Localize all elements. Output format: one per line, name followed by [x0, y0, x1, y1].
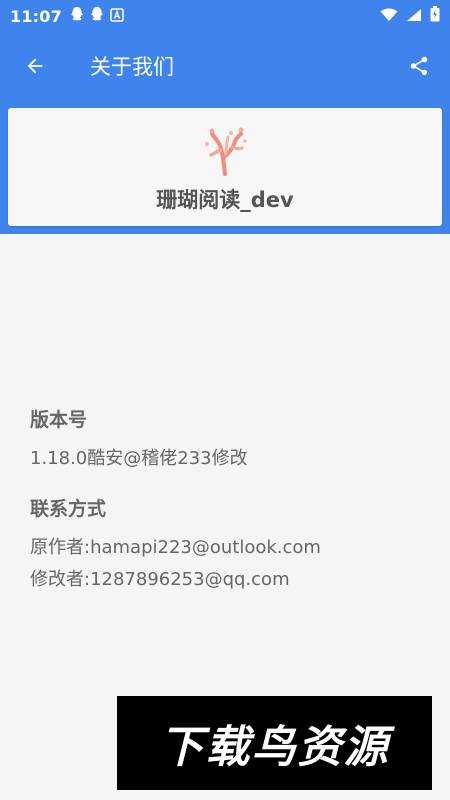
version-title: 版本号	[30, 409, 88, 431]
version-value: 1.18.0酷安@稽佬233修改	[30, 448, 248, 469]
coral-logo-icon	[205, 127, 247, 176]
back-button[interactable]	[0, 32, 70, 100]
app-name: 珊瑚阅读_dev	[156, 188, 294, 212]
qq-icon	[90, 6, 104, 26]
page-title: 关于我们	[90, 55, 174, 79]
watermark-logo: 下载鸟资源	[117, 696, 432, 790]
arrow-left-icon	[27, 58, 43, 74]
battery-icon	[430, 6, 440, 26]
original-author-email[interactable]: 原作者:hamapi223@outlook.com	[30, 533, 430, 559]
contact-title: 联系方式	[30, 498, 107, 520]
status-bar: 11:07	[0, 0, 450, 32]
qq-icon	[70, 6, 84, 26]
status-time: 11:07	[10, 6, 62, 26]
app-info-card: 珊瑚阅读_dev	[8, 108, 442, 226]
status-notification-icons	[70, 6, 124, 26]
share-button[interactable]	[388, 32, 450, 100]
share-icon	[410, 56, 428, 76]
signal-icon	[406, 7, 422, 26]
font-icon	[110, 7, 124, 26]
app-bar: 关于我们	[0, 32, 450, 100]
about-content: 版本号 1.18.0酷安@稽佬233修改 联系方式 原作者:hamapi223@…	[30, 405, 430, 591]
wifi-icon	[380, 7, 398, 26]
modifier-email[interactable]: 修改者:1287896253@qq.com	[30, 565, 430, 591]
status-system-icons	[380, 6, 440, 26]
